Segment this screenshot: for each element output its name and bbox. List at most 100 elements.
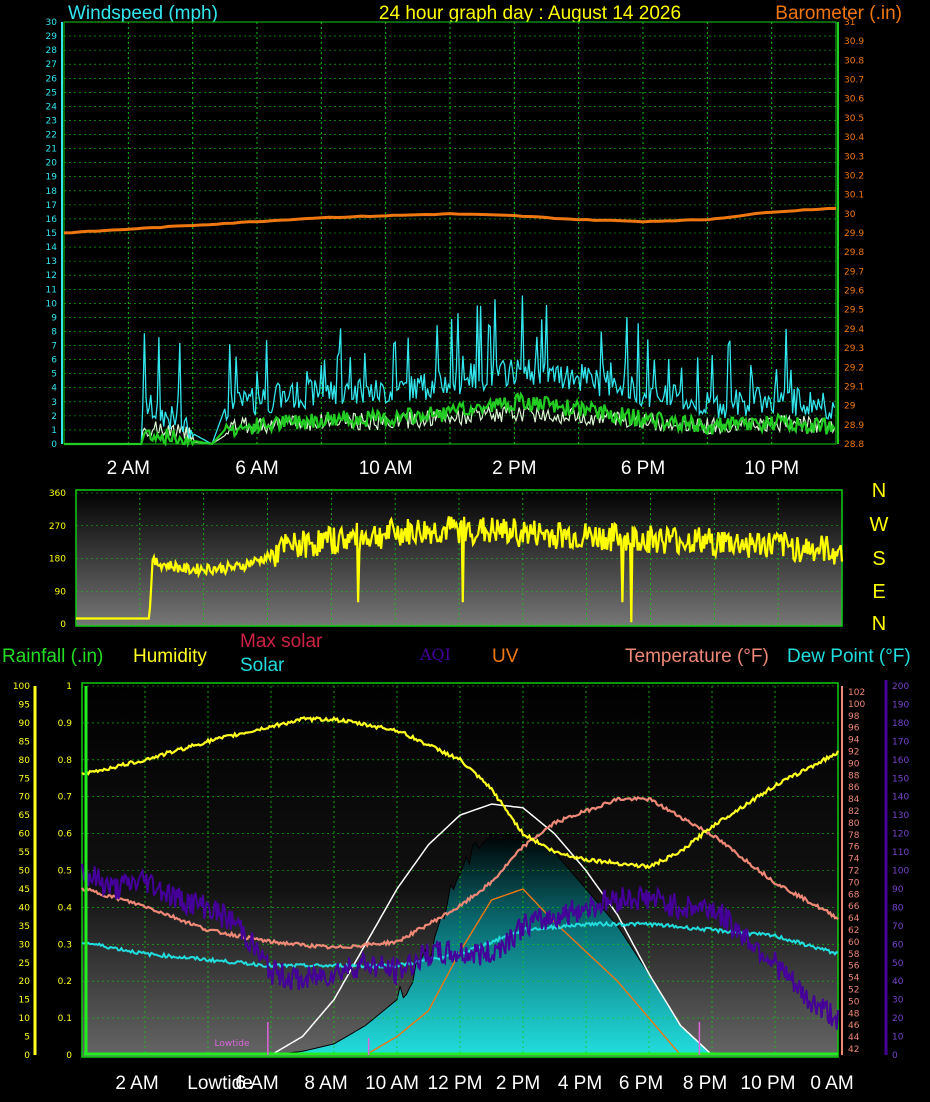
climate-x-tick-label: 10 AM xyxy=(365,1073,419,1094)
wind-tick-label: 22 xyxy=(46,131,57,141)
wind-tick-label: 15 xyxy=(46,229,57,239)
aqi-tick-label: 40 xyxy=(892,977,904,987)
humidity-tick-label: 0 xyxy=(24,1051,30,1061)
aqi-tick-label: 120 xyxy=(892,830,909,840)
barometer-tick-label: 29.9 xyxy=(844,229,864,239)
temperature-tick-label: 86 xyxy=(848,783,860,793)
humidity-tick-label: 80 xyxy=(19,756,31,766)
wind-x-tick-label: 2 AM xyxy=(107,458,150,479)
humidity-tick-label: 85 xyxy=(19,737,30,747)
barometer-tick-label: 30.8 xyxy=(844,56,864,66)
temperature-tick-label: 82 xyxy=(848,807,859,817)
compass-point: S xyxy=(872,548,885,570)
wind-x-tick-label: 6 AM xyxy=(235,458,278,479)
climate-x-tick-label: 6 PM xyxy=(619,1073,663,1094)
temperature-tick-label: 58 xyxy=(848,950,860,960)
humidity-tick-label: 40 xyxy=(19,903,31,913)
weather-chart: Windspeed (mph) 24 hour graph day : Augu… xyxy=(2,3,911,1094)
climate-x-tick-label: 6 AM xyxy=(235,1073,278,1094)
rainfall-tick-label: 1 xyxy=(66,682,72,692)
barometer-tick-label: 29.1 xyxy=(844,382,864,392)
wind-tick-label: 9 xyxy=(51,313,57,323)
direction-tick-label: 270 xyxy=(49,522,66,532)
barometer-y-axis: 28.8 28.9 29 29.1 29.2 29.3 29.4 29.5 29.6 29.7 29… xyxy=(837,18,864,450)
wind-tick-label: 6 xyxy=(51,356,57,366)
temperature-tick-label: 44 xyxy=(848,1033,860,1043)
rainfall-tick-label: 0.3 xyxy=(58,940,72,950)
aqi-tick-label: 170 xyxy=(892,737,909,747)
aqi-tick-label: 190 xyxy=(892,700,909,710)
humidity-tick-label: 25 xyxy=(19,959,30,969)
wind-tick-label: 25 xyxy=(46,88,57,98)
temperature-tick-label: 68 xyxy=(848,890,860,900)
direction-tick-label: 360 xyxy=(49,489,66,499)
wind-x-axis: 2 AM 6 AM 10 AM 2 PM 6 PM 10 PM xyxy=(107,458,799,479)
aqi-tick-label: 150 xyxy=(892,774,909,784)
temperature-tick-label: 54 xyxy=(848,974,860,984)
lowtide-tag: Lowtide xyxy=(214,1039,249,1049)
barometer-tick-label: 29.7 xyxy=(844,267,864,277)
wind-tick-label: 21 xyxy=(46,145,57,155)
climate-x-tick-label: 8 PM xyxy=(683,1073,727,1094)
temperature-tick-label: 66 xyxy=(848,902,860,912)
humidity-tick-label: 95 xyxy=(19,700,30,710)
wind-x-tick-label: 2 PM xyxy=(492,458,536,479)
rainfall-tick-label: 0.7 xyxy=(58,793,72,803)
rainfall-tick-label: 0 xyxy=(66,1051,72,1061)
climate-x-tick-label: 12 PM xyxy=(428,1073,483,1094)
wind-tick-label: 3 xyxy=(51,398,57,408)
rainfall-tick-label: 0.2 xyxy=(58,977,72,987)
aqi-tick-label: 100 xyxy=(892,867,909,877)
temperature-tick-label: 94 xyxy=(848,736,860,746)
wind-tick-label: 2 xyxy=(51,412,57,422)
rainfall-tick-label: 0.4 xyxy=(58,903,73,913)
humidity-tick-label: 90 xyxy=(19,719,31,729)
barometer-tick-label: 29 xyxy=(844,402,856,412)
barometer-tick-label: 30.9 xyxy=(844,37,864,47)
temperature-tick-label: 50 xyxy=(848,997,860,1007)
compass-point: N xyxy=(872,480,886,502)
humidity-tick-label: 35 xyxy=(19,922,30,932)
wind-tick-label: 1 xyxy=(51,426,57,436)
temperature-tick-label: 46 xyxy=(848,1021,860,1031)
temperature-title: Temperature (°F) xyxy=(625,646,769,667)
barometer-tick-label: 30.3 xyxy=(844,152,864,162)
aqi-tick-label: 90 xyxy=(892,885,904,895)
temperature-tick-label: 84 xyxy=(848,795,860,805)
wind-tick-label: 11 xyxy=(46,285,57,295)
aqi-tick-label: 80 xyxy=(892,903,904,913)
barometer-tick-label: 29.5 xyxy=(844,306,864,316)
barometer-tick-label: 30.2 xyxy=(844,171,864,181)
humidity-tick-label: 15 xyxy=(19,996,30,1006)
wind-tick-label: 13 xyxy=(46,257,57,267)
humidity-tick-label: 75 xyxy=(19,774,30,784)
temperature-tick-label: 64 xyxy=(848,914,860,924)
temperature-tick-label: 42 xyxy=(848,1045,859,1055)
uv-title: UV xyxy=(492,646,519,667)
climate-x-tick-label: 10 PM xyxy=(741,1073,796,1094)
aqi-tick-label: 180 xyxy=(892,719,909,729)
wind-tick-label: 8 xyxy=(51,327,57,337)
temperature-tick-label: 100 xyxy=(848,700,865,710)
temperature-tick-label: 76 xyxy=(848,843,860,853)
barometer-tick-label: 30.7 xyxy=(844,76,864,86)
wind-tick-label: 16 xyxy=(46,215,58,225)
wind-y-axis: 0123456789101112131415161718192021222324… xyxy=(46,18,63,450)
compass-labels: NWSEN xyxy=(870,480,889,635)
climate-x-tick-label: 0 AM xyxy=(810,1073,853,1094)
wind-tick-label: 19 xyxy=(46,173,58,183)
humidity-title: Humidity xyxy=(133,646,207,667)
barometer-tick-label: 30.5 xyxy=(844,114,864,124)
humidity-tick-label: 70 xyxy=(19,793,31,803)
wind-tick-label: 20 xyxy=(46,159,58,169)
wind-tick-label: 27 xyxy=(46,60,57,70)
wind-tick-label: 24 xyxy=(46,102,58,112)
wind-tick-label: 0 xyxy=(51,440,57,450)
wind-tick-label: 5 xyxy=(51,370,57,380)
rainfall-tick-label: 0.5 xyxy=(58,867,72,877)
temperature-tick-label: 78 xyxy=(848,831,860,841)
barometer-tick-label: 28.8 xyxy=(844,440,864,450)
barometer-tick-label: 29.3 xyxy=(844,344,864,354)
climate-x-tick-label: 2 AM xyxy=(115,1073,158,1094)
humidity-tick-label: 100 xyxy=(13,682,30,692)
